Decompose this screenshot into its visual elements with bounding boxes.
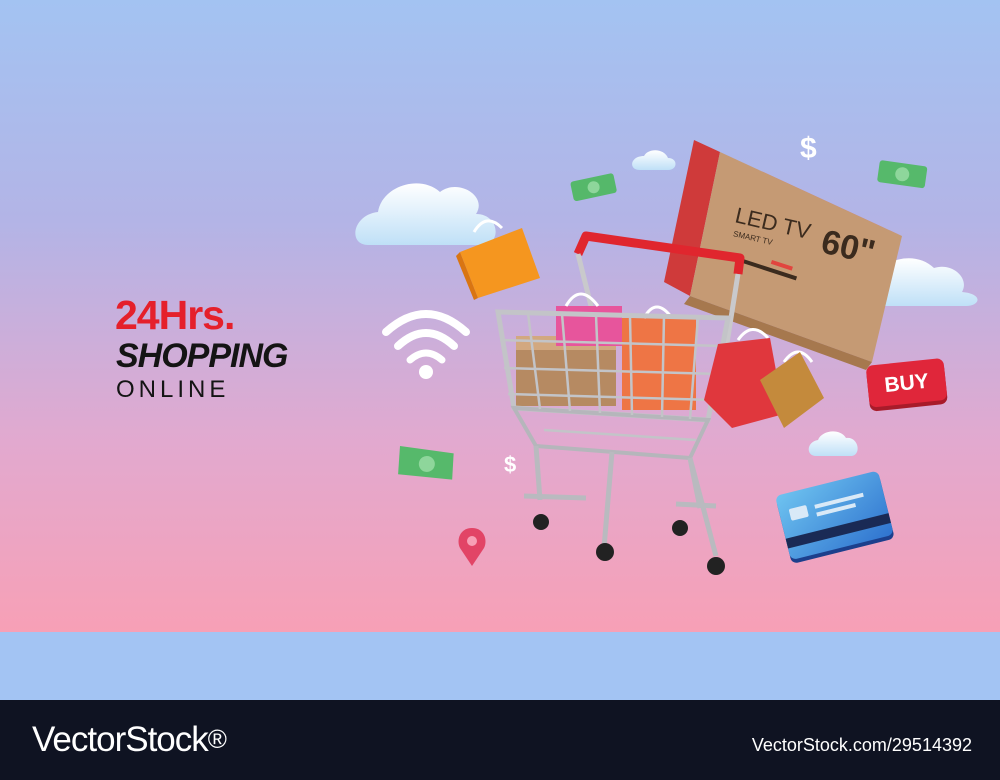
dollar-sign: $ (504, 452, 516, 477)
credit-card-icon (776, 471, 894, 563)
buy-badge: BUY (866, 358, 948, 412)
location-pin-icon (458, 528, 486, 566)
registered-mark-icon: ® (207, 724, 227, 754)
cloud-icon (632, 150, 676, 170)
headline-online: ONLINE (116, 376, 230, 403)
dollar-bill-icon (570, 173, 617, 202)
vectorstock-brand-text: VectorStock (32, 720, 209, 759)
hero-banner: $ $ LED TV SMART TV 60" BUY 24Hrs. SHOPP… (0, 0, 1000, 632)
cloud-icon (355, 183, 496, 245)
dollar-sign: $ (800, 132, 817, 165)
wifi-icon (382, 310, 470, 379)
vectorstock-logo: VectorStock® (32, 720, 227, 760)
dollar-bill-icon (877, 160, 928, 189)
headline-shopping: SHOPPING (116, 337, 288, 375)
vectorstock-url: VectorStock.com/29514392 (751, 735, 972, 755)
cloud-icon (808, 431, 858, 456)
buy-label: BUY (883, 370, 930, 398)
headline-24hrs: 24Hrs. (115, 292, 235, 338)
watermark-footer: VectorStock® VectorStock.com/29514392 (0, 700, 1000, 780)
dollar-bill-icon (398, 446, 454, 480)
bottom-strip (0, 632, 1000, 700)
